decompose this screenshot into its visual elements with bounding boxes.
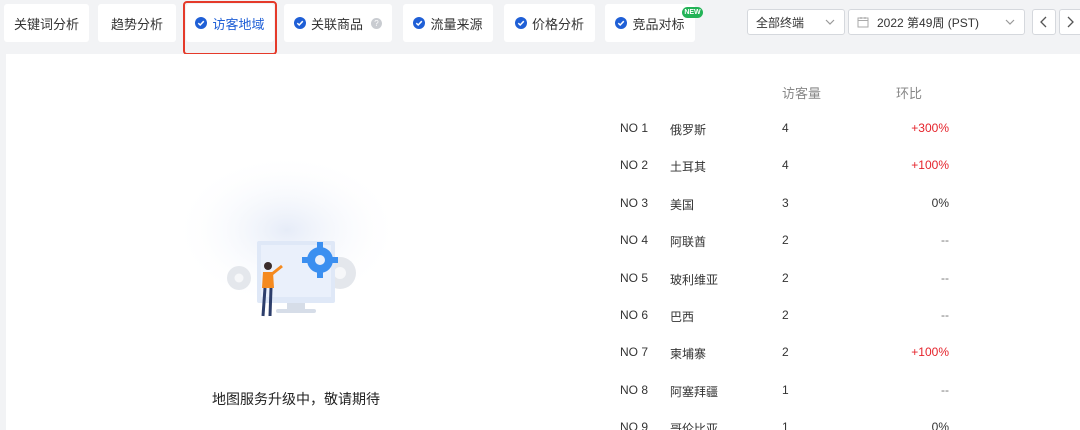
row-ratio: +100% (911, 158, 949, 172)
row-rank: NO 9 (620, 420, 649, 430)
check-badge-icon (514, 17, 527, 29)
row-visits: 3 (782, 196, 789, 210)
row-ratio: +100% (911, 345, 949, 359)
column-header-visits: 访客量 (782, 86, 822, 101)
tab-label: 流量来源 (430, 16, 483, 32)
row-rank: NO 8 (620, 383, 649, 397)
tab-label: 竞品对标 (632, 16, 685, 32)
row-rank: NO 1 (620, 121, 649, 135)
row-country: 玻利维亚 (670, 273, 719, 287)
row-ratio: -- (941, 308, 949, 322)
tab-related-products[interactable]: 关联商品 ? (284, 4, 392, 42)
terminal-select[interactable]: 全部终端 (747, 9, 845, 35)
row-visits: 2 (782, 233, 789, 247)
active-tab-highlight (183, 1, 277, 55)
check-badge-icon (413, 17, 426, 29)
row-rank: NO 5 (620, 271, 649, 285)
row-country: 阿联酋 (670, 235, 707, 249)
row-visits: 1 (782, 383, 789, 397)
row-country: 巴西 (670, 310, 695, 324)
chevron-down-icon (825, 19, 835, 25)
row-visits: 4 (782, 121, 789, 135)
chevron-down-icon (1005, 19, 1015, 25)
row-visits: 2 (782, 271, 789, 285)
row-ratio: -- (941, 383, 949, 397)
row-rank: NO 3 (620, 196, 649, 210)
row-visits: 4 (782, 158, 789, 172)
check-badge-icon (293, 17, 306, 29)
column-header-ratio: 环比 (896, 86, 923, 101)
date-picker-value: 2022 第49周 (PST) (877, 15, 980, 30)
tab-traffic-source[interactable]: 流量来源 (403, 4, 493, 42)
row-visits: 1 (782, 420, 789, 430)
prev-week-button[interactable] (1032, 9, 1056, 35)
calendar-icon (857, 17, 869, 28)
tab-label: 关键词分析 (13, 16, 79, 32)
next-week-button[interactable] (1059, 9, 1080, 35)
row-rank: NO 6 (620, 308, 649, 322)
row-country: 土耳其 (670, 160, 707, 174)
row-country: 俄罗斯 (670, 123, 707, 137)
row-ratio: 0% (931, 196, 949, 210)
maintenance-illustration (172, 160, 402, 317)
row-country: 哥伦比亚 (670, 422, 719, 430)
map-service-message: 地图服务升级中，敬请期待 (212, 391, 380, 407)
row-ratio: -- (941, 233, 949, 247)
row-visits: 2 (782, 308, 789, 322)
tab-label: 关联商品 (310, 16, 363, 32)
row-ratio: -- (941, 271, 949, 285)
row-ratio: +300% (911, 121, 949, 135)
tab-price-analysis[interactable]: 价格分析 (504, 4, 595, 42)
check-badge-icon (615, 17, 628, 29)
row-rank: NO 7 (620, 345, 649, 359)
chevron-right-icon (1067, 16, 1074, 28)
row-country: 柬埔寨 (670, 347, 707, 361)
tab-keyword-analysis[interactable]: 关键词分析 (4, 4, 89, 42)
tab-label: 趋势分析 (110, 16, 163, 32)
tab-label: 价格分析 (531, 16, 584, 32)
help-icon[interactable]: ? (371, 17, 382, 29)
new-badge: NEW (682, 7, 703, 18)
row-ratio: 0% (931, 420, 949, 430)
terminal-select-value: 全部终端 (756, 15, 805, 30)
chevron-left-icon (1040, 16, 1047, 28)
row-rank: NO 2 (620, 158, 649, 172)
week-date-picker[interactable]: 2022 第49周 (PST) (848, 9, 1025, 35)
row-country: 美国 (670, 198, 695, 212)
row-visits: 2 (782, 345, 789, 359)
row-rank: NO 4 (620, 233, 649, 247)
row-country: 阿塞拜疆 (670, 385, 719, 399)
tab-trend-analysis[interactable]: 趋势分析 (98, 4, 176, 42)
